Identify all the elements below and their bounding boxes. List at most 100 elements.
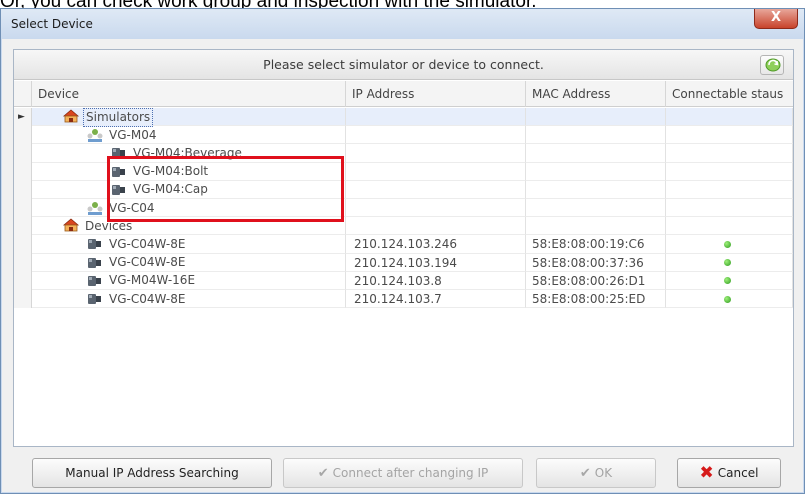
- mac-address-cell: [526, 180, 666, 199]
- ip-address-cell: 210.124.103.8: [346, 271, 526, 290]
- camera-icon: [86, 236, 104, 252]
- ok-button[interactable]: ✔ OK: [536, 458, 656, 488]
- connectable-status-icon: [724, 240, 731, 248]
- status-cell: [666, 235, 793, 254]
- device-cell: Simulators: [32, 107, 346, 127]
- close-button[interactable]: X: [754, 9, 798, 29]
- device-cell: VG-M04:Bolt: [32, 162, 346, 181]
- column-header-status[interactable]: Connectable staus: [666, 81, 793, 107]
- device-name: VG-M04:Cap: [133, 182, 208, 197]
- mac-address-cell: 58:E8:08:00:37:36: [526, 253, 666, 272]
- status-cell: [666, 180, 793, 199]
- mac-address-cell: [526, 126, 666, 145]
- device-name: VG-M04: [109, 127, 157, 142]
- current-row-arrow-icon: ►: [18, 112, 25, 122]
- workgroup-icon: [86, 200, 104, 216]
- row-indicator: [14, 235, 32, 254]
- column-header-mac[interactable]: MAC Address: [526, 81, 666, 107]
- connect-label: Connect after changing IP: [332, 466, 489, 480]
- refresh-button[interactable]: [760, 55, 784, 75]
- status-cell: [666, 253, 793, 272]
- column-header-device[interactable]: Device: [32, 81, 346, 107]
- ip-address-cell: 210.124.103.7: [346, 290, 526, 309]
- row-indicator: [14, 253, 32, 272]
- cancel-button[interactable]: ✖ Cancel: [677, 458, 781, 488]
- device-cell: VG-C04W-8E: [32, 253, 346, 272]
- ip-address-cell: [346, 126, 526, 145]
- device-cell: VG-C04W-8E: [32, 290, 346, 309]
- mac-address-cell: [526, 199, 666, 218]
- check-icon: ✔: [317, 465, 329, 481]
- ip-address-cell: [346, 217, 526, 236]
- table-row[interactable]: VG-C04W-8E 210.124.103.194 58:E8:08:00:37:…: [14, 253, 793, 272]
- device-name: VG-C04W-8E: [109, 236, 186, 251]
- mac-address-cell: [526, 144, 666, 163]
- ip-address-cell: [346, 162, 526, 181]
- camera-icon: [110, 145, 128, 161]
- ip-address-cell: [346, 144, 526, 163]
- device-cell: VG-M04:Beverage: [32, 144, 346, 163]
- device-cell: VG-C04: [32, 199, 346, 218]
- device-name: VG-M04:Beverage: [133, 145, 242, 160]
- manual-ip-search-label: Manual IP Address Searching: [65, 466, 239, 480]
- title-bar: Select Device X: [1, 9, 804, 39]
- device-name: VG-M04:Bolt: [133, 164, 209, 179]
- device-cell: VG-M04W-16E: [32, 271, 346, 290]
- device-name: VG-C04W-8E: [109, 291, 186, 306]
- camera-icon: [110, 182, 128, 198]
- table-row[interactable]: VG-M04:Bolt: [14, 162, 793, 181]
- camera-icon: [86, 255, 104, 271]
- mac-address-cell: [526, 108, 666, 127]
- status-cell: [666, 162, 793, 181]
- table-row[interactable]: ► Simulators: [14, 107, 793, 127]
- connectable-status-icon: [724, 259, 731, 267]
- table-row[interactable]: VG-M04W-16E 210.124.103.8 58:E8:08:00:26:D…: [14, 271, 793, 290]
- refresh-icon: [765, 58, 781, 72]
- mac-address-cell: [526, 162, 666, 181]
- device-name: VG-C04: [109, 200, 155, 215]
- camera-icon: [86, 273, 104, 289]
- select-device-dialog: Select Device X Please select simulator …: [0, 8, 805, 494]
- camera-icon: [86, 291, 104, 307]
- status-cell: [666, 199, 793, 218]
- ip-address-cell: 210.124.103.246: [346, 235, 526, 254]
- device-cell: VG-C04W-8E: [32, 235, 346, 254]
- window-title: Select Device: [11, 17, 93, 31]
- connect-after-changing-ip-button[interactable]: ✔ Connect after changing IP: [283, 458, 523, 488]
- camera-icon: [110, 164, 128, 180]
- table-row[interactable]: VG-M04: [14, 126, 793, 145]
- table-row[interactable]: VG-C04W-8E 210.124.103.246 58:E8:08:00:19:…: [14, 235, 793, 254]
- row-indicator: [14, 199, 32, 218]
- table-row[interactable]: Devices: [14, 217, 793, 236]
- status-cell: [666, 290, 793, 309]
- device-cell: Devices: [32, 217, 346, 236]
- manual-ip-search-button[interactable]: Manual IP Address Searching: [32, 458, 272, 488]
- table-header: Device IP Address MAC Address Connectabl…: [14, 81, 793, 107]
- header-corner: [14, 81, 32, 107]
- check-icon: ✔: [579, 465, 591, 481]
- group-icon: [62, 109, 80, 125]
- ip-address-cell: 210.124.103.194: [346, 253, 526, 272]
- mac-address-cell: 58:E8:08:00:25:ED: [526, 290, 666, 309]
- table-row[interactable]: VG-C04: [14, 199, 793, 218]
- column-header-ip[interactable]: IP Address: [346, 81, 526, 107]
- table-row[interactable]: VG-M04:Beverage: [14, 144, 793, 163]
- table-row[interactable]: VG-C04W-8E 210.124.103.7 58:E8:08:00:25:ED: [14, 290, 793, 309]
- status-cell: [666, 217, 793, 236]
- status-cell: [666, 108, 793, 127]
- ip-address-cell: [346, 108, 526, 127]
- table-row[interactable]: VG-M04:Cap: [14, 180, 793, 199]
- instruction-banner: Please select simulator or device to con…: [14, 50, 793, 80]
- row-indicator: [14, 144, 32, 163]
- status-cell: [666, 144, 793, 163]
- mac-address-cell: [526, 217, 666, 236]
- cancel-label: Cancel: [717, 466, 759, 480]
- device-cell: VG-M04:Cap: [32, 180, 346, 199]
- mac-address-cell: 58:E8:08:00:26:D1: [526, 271, 666, 290]
- row-indicator: [14, 271, 32, 290]
- workgroup-icon: [86, 127, 104, 143]
- ip-address-cell: [346, 180, 526, 199]
- connectable-status-icon: [724, 277, 731, 285]
- status-cell: [666, 271, 793, 290]
- close-icon: ✖: [699, 463, 714, 483]
